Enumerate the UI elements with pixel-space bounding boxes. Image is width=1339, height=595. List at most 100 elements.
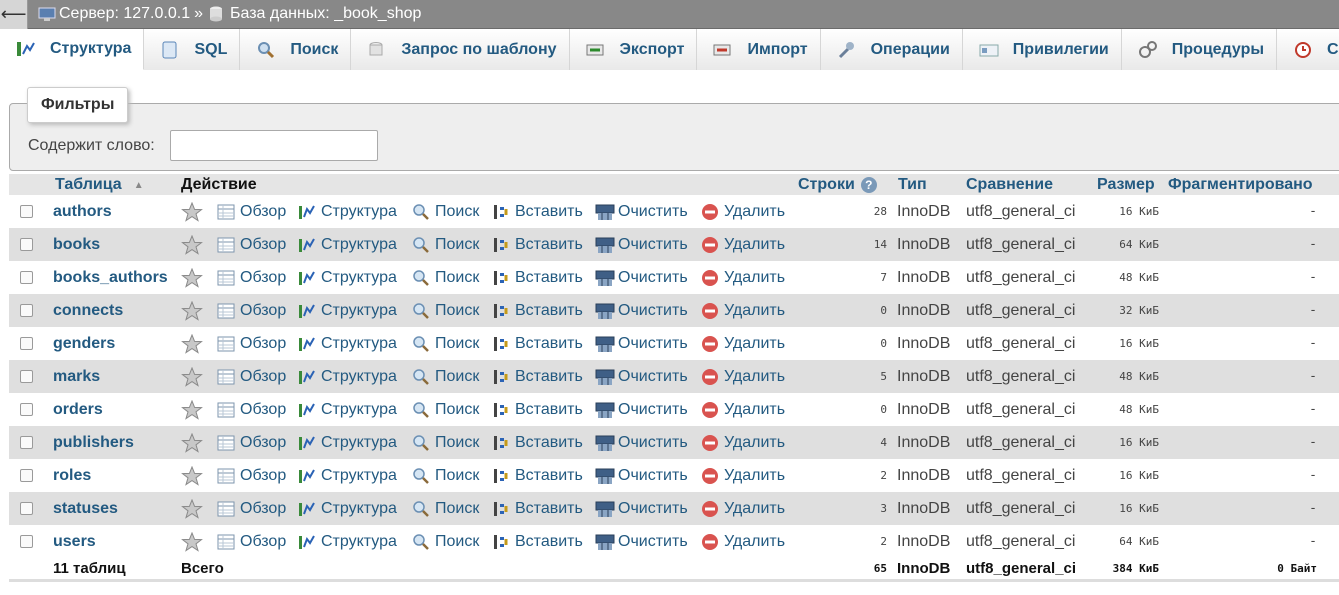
insert-link[interactable]: Вставить (492, 525, 583, 558)
browse-link[interactable]: Обзор (217, 261, 286, 294)
empty-link[interactable]: Очистить (595, 426, 688, 459)
empty-link[interactable]: Очистить (595, 492, 688, 525)
drop-link[interactable]: Удалить (701, 261, 785, 294)
table-size[interactable]: 16 КиБ (1099, 327, 1159, 360)
tab-events[interactable]: Со (1277, 29, 1339, 70)
favorite-star-icon[interactable] (181, 492, 203, 525)
insert-link[interactable]: Вставить (492, 393, 583, 426)
table-name-link[interactable]: genders (53, 327, 115, 360)
empty-link[interactable]: Очистить (595, 294, 688, 327)
table-size[interactable]: 64 КиБ (1099, 228, 1159, 261)
browse-link[interactable]: Обзор (217, 492, 286, 525)
favorite-star-icon[interactable] (181, 459, 203, 492)
empty-link[interactable]: Очистить (595, 228, 688, 261)
drop-link[interactable]: Удалить (701, 195, 785, 228)
row-checkbox[interactable] (20, 205, 33, 218)
tab-export[interactable]: Экспорт (569, 29, 698, 70)
help-icon[interactable]: ? (860, 177, 877, 193)
row-checkbox[interactable] (20, 304, 33, 317)
table-size[interactable]: 16 КиБ (1099, 195, 1159, 228)
drop-link[interactable]: Удалить (701, 492, 785, 525)
browse-link[interactable]: Обзор (217, 525, 286, 558)
header-overhead[interactable]: Фрагментировано (1168, 174, 1313, 196)
structure-link[interactable]: Структура (298, 525, 397, 558)
structure-link[interactable]: Структура (298, 327, 397, 360)
search-link[interactable]: Поиск (412, 294, 479, 327)
table-size[interactable]: 16 КиБ (1099, 426, 1159, 459)
breadcrumb-database[interactable]: База данных: _book_shop (209, 5, 421, 23)
favorite-star-icon[interactable] (181, 261, 203, 294)
browse-link[interactable]: Обзор (217, 228, 286, 261)
structure-link[interactable]: Структура (298, 360, 397, 393)
filter-input[interactable] (170, 130, 378, 161)
header-size[interactable]: Размер (1097, 174, 1155, 196)
structure-link[interactable]: Структура (298, 261, 397, 294)
search-link[interactable]: Поиск (412, 492, 479, 525)
browse-link[interactable]: Обзор (217, 327, 286, 360)
table-size[interactable]: 64 КиБ (1099, 525, 1159, 558)
table-name-link[interactable]: publishers (53, 426, 134, 459)
drop-link[interactable]: Удалить (701, 426, 785, 459)
structure-link[interactable]: Структура (298, 294, 397, 327)
header-rows[interactable]: Строки ? (798, 174, 877, 196)
tab-privileges[interactable]: Привилегии (962, 29, 1122, 70)
favorite-star-icon[interactable] (181, 426, 203, 459)
insert-link[interactable]: Вставить (492, 261, 583, 294)
empty-link[interactable]: Очистить (595, 195, 688, 228)
tab-routines[interactable]: Процедуры (1121, 29, 1278, 70)
empty-link[interactable]: Очистить (595, 393, 688, 426)
search-link[interactable]: Поиск (412, 228, 479, 261)
favorite-star-icon[interactable] (181, 360, 203, 393)
table-size[interactable]: 16 КиБ (1099, 492, 1159, 525)
insert-link[interactable]: Вставить (492, 327, 583, 360)
table-name-link[interactable]: books (53, 228, 100, 261)
browse-link[interactable]: Обзор (217, 459, 286, 492)
drop-link[interactable]: Удалить (701, 459, 785, 492)
structure-link[interactable]: Структура (298, 228, 397, 261)
favorite-star-icon[interactable] (181, 327, 203, 360)
structure-link[interactable]: Структура (298, 459, 397, 492)
insert-link[interactable]: Вставить (492, 360, 583, 393)
row-checkbox[interactable] (20, 535, 33, 548)
search-link[interactable]: Поиск (412, 261, 479, 294)
table-size[interactable]: 48 КиБ (1099, 360, 1159, 393)
back-arrow-icon[interactable]: ⟵ (0, 0, 28, 29)
favorite-star-icon[interactable] (181, 393, 203, 426)
table-name-link[interactable]: roles (53, 459, 91, 492)
empty-link[interactable]: Очистить (595, 327, 688, 360)
header-type[interactable]: Тип (898, 174, 927, 196)
tab-operations[interactable]: Операции (820, 29, 963, 70)
browse-link[interactable]: Обзор (217, 360, 286, 393)
row-checkbox[interactable] (20, 271, 33, 284)
search-link[interactable]: Поиск (412, 195, 479, 228)
table-size[interactable]: 32 КиБ (1099, 294, 1159, 327)
tab-search[interactable]: Поиск (240, 29, 352, 70)
search-link[interactable]: Поиск (412, 426, 479, 459)
tab-structure[interactable]: Структура (0, 29, 145, 70)
table-name-link[interactable]: users (53, 525, 96, 558)
header-collation[interactable]: Сравнение (966, 174, 1053, 196)
drop-link[interactable]: Удалить (701, 525, 785, 558)
search-link[interactable]: Поиск (412, 327, 479, 360)
insert-link[interactable]: Вставить (492, 195, 583, 228)
row-checkbox[interactable] (20, 238, 33, 251)
search-link[interactable]: Поиск (412, 525, 479, 558)
insert-link[interactable]: Вставить (492, 459, 583, 492)
drop-link[interactable]: Удалить (701, 393, 785, 426)
insert-link[interactable]: Вставить (492, 426, 583, 459)
empty-link[interactable]: Очистить (595, 261, 688, 294)
row-checkbox[interactable] (20, 436, 33, 449)
browse-link[interactable]: Обзор (217, 195, 286, 228)
tab-query[interactable]: Запрос по шаблону (351, 29, 570, 70)
table-name-link[interactable]: connects (53, 294, 123, 327)
browse-link[interactable]: Обзор (217, 426, 286, 459)
favorite-star-icon[interactable] (181, 195, 203, 228)
breadcrumb-server[interactable]: Сервер: 127.0.0.1 (38, 5, 190, 23)
header-table[interactable]: Таблица ▲ (55, 174, 144, 196)
structure-link[interactable]: Структура (298, 393, 397, 426)
table-size[interactable]: 16 КиБ (1099, 459, 1159, 492)
drop-link[interactable]: Удалить (701, 294, 785, 327)
structure-link[interactable]: Структура (298, 195, 397, 228)
tab-sql[interactable]: SQL (144, 29, 241, 70)
table-name-link[interactable]: marks (53, 360, 100, 393)
